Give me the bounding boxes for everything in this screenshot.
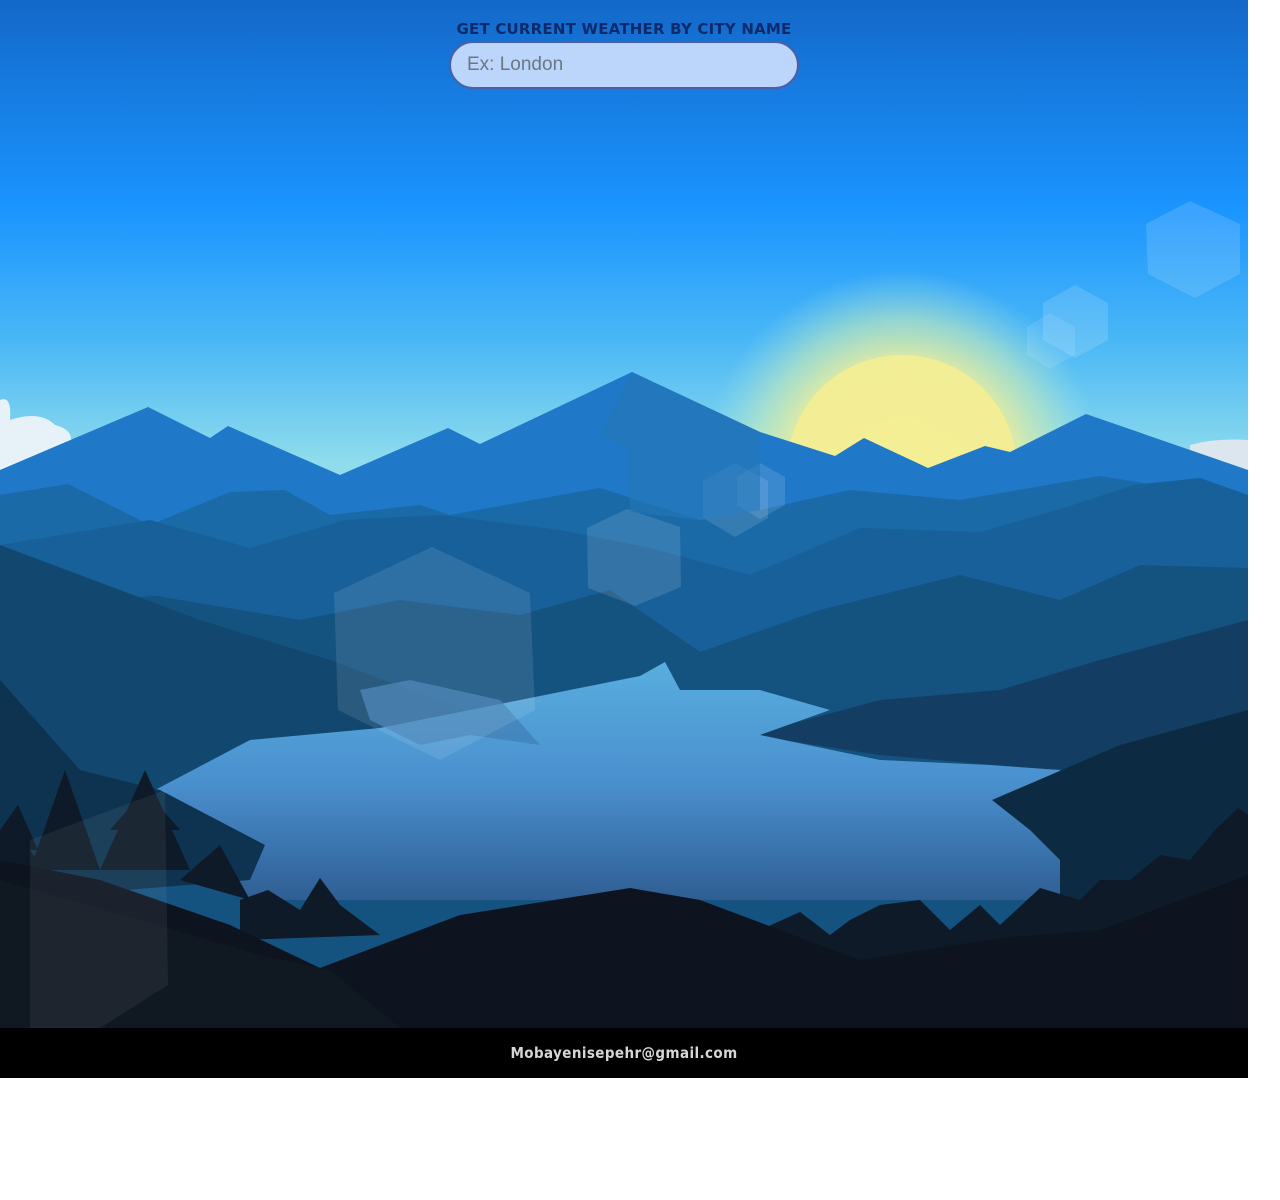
search-section: GET CURRENT WEATHER BY CITY NAME bbox=[448, 20, 800, 89]
footer: Mobayenisepehr@gmail.com bbox=[0, 1028, 1248, 1078]
search-label: GET CURRENT WEATHER BY CITY NAME bbox=[456, 20, 792, 38]
city-search-input[interactable] bbox=[449, 41, 799, 89]
background-landscape bbox=[0, 0, 1248, 1028]
footer-email: Mobayenisepehr@gmail.com bbox=[510, 1044, 738, 1062]
